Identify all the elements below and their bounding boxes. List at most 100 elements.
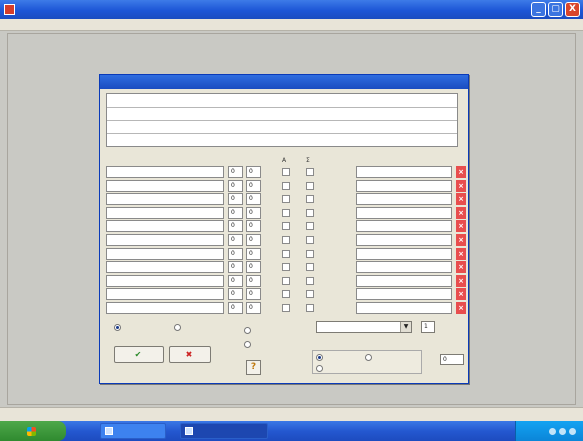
delete-row-button[interactable]: × — [456, 234, 466, 246]
field-length-input[interactable]: 0 — [228, 220, 243, 233]
field-length-input[interactable]: 0 — [228, 234, 243, 246]
field-a-checkbox[interactable] — [282, 276, 290, 285]
taskbar-task-1[interactable] — [100, 423, 166, 439]
delete-row-button[interactable]: × — [456, 179, 466, 192]
field-from-input[interactable]: 0 — [246, 220, 261, 233]
delete-row-button[interactable]: × — [456, 261, 466, 274]
volume-icon[interactable] — [559, 427, 566, 435]
field-from-input[interactable]: 0 — [246, 166, 261, 178]
cancel-button[interactable]: ✖ — [169, 346, 211, 363]
field-title-input[interactable] — [356, 166, 452, 178]
copies-spin-input[interactable]: 1 — [421, 321, 435, 333]
field-name-input[interactable] — [106, 261, 224, 274]
security-icon[interactable] — [569, 427, 576, 435]
delete-row-button[interactable]: × — [456, 206, 466, 219]
field-length-input[interactable]: 0 — [228, 247, 243, 260]
network-icon[interactable] — [549, 427, 556, 435]
field-sum-checkbox[interactable] — [306, 168, 314, 176]
field-a-checkbox[interactable] — [282, 222, 290, 231]
field-from-input[interactable]: 0 — [246, 179, 261, 192]
delete-row-button[interactable]: × — [456, 288, 466, 301]
field-from-input[interactable]: 0 — [246, 302, 261, 314]
help-button[interactable]: ? — [246, 360, 261, 375]
page-radio-1[interactable] — [114, 324, 121, 331]
field-sum-checkbox[interactable] — [306, 304, 314, 312]
field-from-input[interactable]: 0 — [246, 193, 261, 206]
field-sum-checkbox[interactable] — [306, 236, 314, 244]
field-title-input[interactable] — [356, 179, 452, 192]
scope-radio-3[interactable] — [365, 354, 372, 361]
scope-radio-2[interactable] — [316, 365, 323, 372]
app-icon[interactable] — [4, 4, 15, 15]
field-length-input[interactable]: 0 — [228, 274, 243, 287]
close-button[interactable]: X — [565, 2, 580, 17]
field-name-input[interactable] — [106, 193, 224, 206]
field-title-input[interactable] — [356, 274, 452, 287]
width-input[interactable]: 0 — [440, 354, 464, 365]
field-title-input[interactable] — [356, 234, 452, 246]
field-sum-checkbox[interactable] — [306, 276, 314, 285]
field-length-input[interactable]: 0 — [228, 166, 243, 178]
field-a-checkbox[interactable] — [282, 195, 290, 204]
field-sum-checkbox[interactable] — [306, 195, 314, 204]
field-from-input[interactable]: 0 — [246, 206, 261, 219]
field-sum-checkbox[interactable] — [306, 208, 314, 217]
delete-row-button[interactable]: × — [456, 302, 466, 314]
taskbar-task-2[interactable] — [180, 423, 268, 439]
field-from-input[interactable]: 0 — [246, 274, 261, 287]
field-from-input[interactable]: 0 — [246, 288, 261, 301]
field-title-input[interactable] — [356, 193, 452, 206]
field-title-input[interactable] — [356, 220, 452, 233]
field-a-checkbox[interactable] — [282, 236, 290, 244]
delete-row-button[interactable]: × — [456, 220, 466, 233]
field-name-input[interactable] — [106, 234, 224, 246]
start-button[interactable] — [0, 421, 66, 441]
field-from-input[interactable]: 0 — [246, 247, 261, 260]
field-length-input[interactable]: 0 — [228, 261, 243, 274]
page-radio-2[interactable] — [174, 324, 181, 331]
field-name-input[interactable] — [106, 288, 224, 301]
field-title-input[interactable] — [356, 261, 452, 274]
field-name-input[interactable] — [106, 302, 224, 314]
delete-row-button[interactable]: × — [456, 274, 466, 287]
save-button[interactable]: ✔ — [114, 346, 164, 363]
field-from-input[interactable]: 0 — [246, 261, 261, 274]
field-length-input[interactable]: 0 — [228, 206, 243, 219]
field-title-input[interactable] — [356, 206, 452, 219]
orientation-radio-1[interactable] — [244, 327, 251, 334]
field-sum-checkbox[interactable] — [306, 249, 314, 258]
field-name-input[interactable] — [106, 166, 224, 178]
field-title-input[interactable] — [356, 288, 452, 301]
maximize-button[interactable]: ▢ — [548, 2, 563, 17]
field-a-checkbox[interactable] — [282, 290, 290, 299]
field-from-input[interactable]: 0 — [246, 234, 261, 246]
field-sum-checkbox[interactable] — [306, 263, 314, 272]
delete-row-button[interactable]: × — [456, 166, 466, 178]
field-a-checkbox[interactable] — [282, 263, 290, 272]
field-name-input[interactable] — [106, 206, 224, 219]
field-a-checkbox[interactable] — [282, 181, 290, 190]
field-length-input[interactable]: 0 — [228, 193, 243, 206]
field-a-checkbox[interactable] — [282, 304, 290, 312]
field-name-input[interactable] — [106, 274, 224, 287]
field-name-input[interactable] — [106, 247, 224, 260]
field-name-input[interactable] — [106, 179, 224, 192]
delete-row-button[interactable]: × — [456, 247, 466, 260]
orientation-radio-2[interactable] — [244, 341, 251, 348]
scope-radio-1[interactable] — [316, 354, 323, 361]
delete-row-button[interactable]: × — [456, 193, 466, 206]
field-a-checkbox[interactable] — [282, 168, 290, 176]
field-sum-checkbox[interactable] — [306, 222, 314, 231]
field-title-input[interactable] — [356, 247, 452, 260]
field-a-checkbox[interactable] — [282, 249, 290, 258]
field-title-input[interactable] — [356, 302, 452, 314]
field-sum-checkbox[interactable] — [306, 290, 314, 299]
field-length-input[interactable]: 0 — [228, 302, 243, 314]
field-length-input[interactable]: 0 — [228, 288, 243, 301]
field-name-input[interactable] — [106, 220, 224, 233]
field-sum-checkbox[interactable] — [306, 181, 314, 190]
minimize-button[interactable]: _ — [531, 2, 546, 17]
chevron-down-icon[interactable]: ▼ — [400, 322, 411, 332]
description-textarea[interactable] — [106, 93, 458, 147]
selection-dropdown[interactable]: ▼ — [316, 321, 412, 333]
